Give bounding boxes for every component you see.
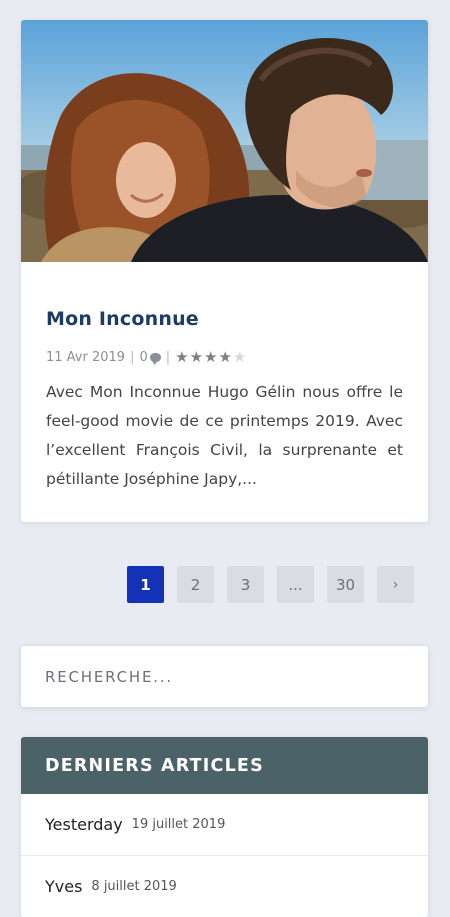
article-excerpt: Avec Mon Inconnue Hugo Gélin nous offre … [46, 383, 403, 488]
recent-posts-list: Yesterday 19 juillet 2019 Yves 8 juillet 20… [21, 794, 428, 917]
meta-separator: | [130, 350, 135, 365]
star-icon: ★ [204, 348, 218, 366]
recent-posts-widget: DERNIERS ARTICLES Yesterday 19 juillet 20… [21, 737, 428, 917]
rating-stars: ★ ★ ★ ★ ★ [175, 350, 246, 365]
recent-post-item[interactable]: Yesterday 19 juillet 2019 [21, 794, 428, 856]
article-date: 11 Avr 2019 [46, 350, 126, 365]
article-image[interactable] [21, 20, 428, 262]
page-button[interactable]: 2 [177, 566, 214, 603]
article-meta: 11 Avr 2019 | 0 | ★ ★ ★ ★ ★ [46, 350, 246, 365]
pagination: 1 2 3... 30 › [127, 566, 414, 603]
next-page-button[interactable]: › [377, 566, 414, 603]
search-input[interactable] [21, 646, 428, 707]
page-button[interactable]: 30 [327, 566, 364, 603]
article-card: Mon Inconnue 11 Avr 2019 | 0 | ★ ★ ★ ★ ★ Ave… [21, 20, 428, 522]
recent-post-title[interactable]: Yves [45, 877, 82, 896]
recent-post-date: 8 juillet 2019 [91, 879, 177, 894]
article-title[interactable]: Mon Inconnue [46, 308, 199, 330]
comment-icon [149, 353, 161, 365]
recent-post-title[interactable]: Yesterday [45, 815, 123, 834]
recent-post-item[interactable]: Yves 8 juillet 2019 [21, 856, 428, 917]
page-button[interactable]: 3 [227, 566, 264, 603]
pagination-ellipsis: ... [277, 566, 314, 603]
widget-title: DERNIERS ARTICLES [21, 737, 428, 794]
star-icon: ★ [175, 348, 189, 366]
comment-count[interactable]: 0 [139, 350, 147, 365]
recent-post-date: 19 juillet 2019 [131, 817, 226, 832]
page-button[interactable]: 1 [127, 566, 164, 603]
meta-separator: | [165, 350, 171, 365]
star-icon: ★ [218, 348, 232, 366]
search-box [21, 646, 428, 707]
star-icon: ★ [189, 348, 204, 366]
star-icon: ★ [232, 348, 247, 366]
